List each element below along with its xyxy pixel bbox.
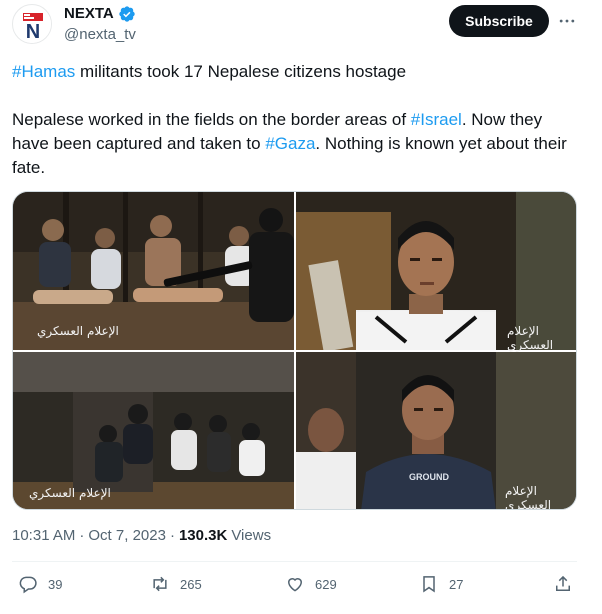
views-label: Views xyxy=(231,527,272,544)
hashtag-hamas[interactable]: #Hamas xyxy=(12,62,75,81)
reply-button[interactable]: 39 xyxy=(18,574,62,594)
tweet-date[interactable]: Oct 7, 2023 xyxy=(88,526,166,546)
watermark-3: الإعلام العسكري xyxy=(29,486,111,500)
reply-count: 39 xyxy=(48,576,63,592)
divider xyxy=(12,561,577,562)
share-icon xyxy=(556,575,570,591)
hoodie-text: GROUND xyxy=(409,472,449,482)
like-button[interactable]: 629 xyxy=(285,574,337,594)
watermark-4: الإعلام العسكري xyxy=(505,484,552,510)
retweet-button[interactable]: 265 xyxy=(150,574,202,594)
tweet-card: N NEXTA @nexta_tv Subscribe #Hamas milit… xyxy=(0,0,602,614)
bookmark-button[interactable]: 27 xyxy=(419,574,463,594)
heart-icon xyxy=(287,578,303,592)
tweet-headline: #Hamas militants took 17 Nepalese citize… xyxy=(12,60,582,84)
reply-icon xyxy=(19,576,37,594)
meta-separator: · xyxy=(79,527,85,544)
subscribe-button[interactable]: Subscribe xyxy=(449,5,549,37)
watermark-1: الإعلام العسكري xyxy=(37,324,119,338)
author-display-name[interactable]: NEXTA xyxy=(64,4,114,24)
media-grid: GROUND الإعلام العسكري الإعلام العسكري ا… xyxy=(12,191,577,510)
watermark-2: الإعلام العسكري xyxy=(507,324,554,352)
meta-separator: · xyxy=(169,527,175,544)
tweet-text: #Hamas militants took 17 Nepalese citize… xyxy=(12,60,582,180)
hashtag-gaza[interactable]: #Gaza xyxy=(265,134,315,153)
tweet-time[interactable]: 10:31 AM xyxy=(12,526,75,546)
nexta-logo-icon: N xyxy=(14,6,51,43)
share-button[interactable] xyxy=(553,574,573,594)
avatar[interactable]: N xyxy=(12,4,52,44)
hashtag-israel[interactable]: #Israel xyxy=(411,110,462,129)
retweet-icon xyxy=(153,576,167,592)
author-name-row: NEXTA xyxy=(64,4,136,24)
views-count: 130.3K xyxy=(178,527,228,544)
more-dots-icon[interactable] xyxy=(556,10,578,32)
tweet-text-segment: Nepalese worked in the fields on the bor… xyxy=(12,110,411,129)
verified-badge-icon xyxy=(118,5,136,23)
bookmark-count: 27 xyxy=(449,576,464,592)
tweet-meta: 10:31 AM · Oct 7, 2023 · 130.3K Views xyxy=(12,526,271,546)
tweet-paragraph: Nepalese worked in the fields on the bor… xyxy=(12,108,582,180)
author-handle[interactable]: @nexta_tv xyxy=(64,25,136,45)
like-count: 629 xyxy=(315,576,337,592)
action-bar: 39 265 629 27 xyxy=(0,570,602,602)
tweet-text-segment: militants took 17 Nepalese citizens host… xyxy=(75,62,407,81)
svg-text:N: N xyxy=(26,21,40,43)
bookmark-icon xyxy=(423,576,435,593)
retweet-count: 265 xyxy=(180,576,202,592)
